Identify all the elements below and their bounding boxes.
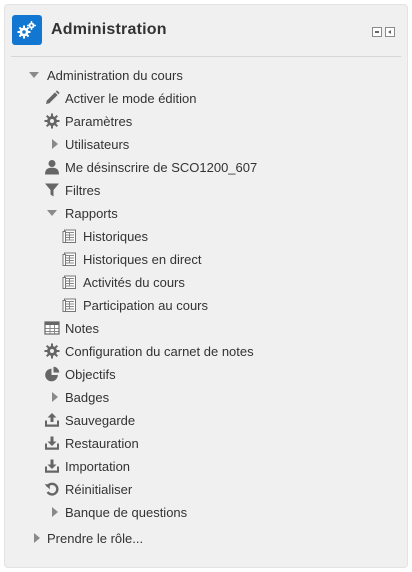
- tree-item-label: Réinitialiser: [65, 481, 133, 497]
- tree-item-course-activity[interactable]: Activités du cours: [61, 271, 185, 293]
- pencil-icon: [43, 89, 61, 107]
- restore-icon: [43, 434, 61, 452]
- hide-block-icon[interactable]: [372, 27, 382, 37]
- gear-icon: [43, 342, 61, 360]
- tree-item-label: Banque de questions: [65, 504, 188, 520]
- tree-item-label: Me désinscrire de SCO1200_607: [65, 159, 258, 175]
- triangle-down-icon: [43, 204, 61, 222]
- tree-item-label: Importation: [65, 458, 131, 474]
- tree-item-logs[interactable]: Historiques: [61, 225, 148, 247]
- block-header: Administration: [5, 5, 407, 57]
- import-icon: [43, 457, 61, 475]
- report-icon: [61, 227, 79, 245]
- gears-icon: [12, 15, 42, 45]
- tree-item-settings[interactable]: Paramètres: [43, 110, 132, 132]
- backup-icon: [43, 411, 61, 429]
- tree-item-reset[interactable]: Réinitialiser: [43, 478, 132, 500]
- tree-item-course-admin[interactable]: Administration du cours: [25, 64, 183, 86]
- tree-item-question-bank[interactable]: Banque de questions: [43, 501, 187, 523]
- tree-item-label: Historiques en direct: [83, 251, 202, 267]
- grades-table-icon: [43, 319, 61, 337]
- tree-item-live-logs[interactable]: Historiques en direct: [61, 248, 202, 270]
- block-title: Administration: [51, 21, 167, 38]
- tree-item-backup[interactable]: Sauvegarde: [43, 409, 135, 431]
- tree-item-label: Rapports: [65, 205, 118, 221]
- tree-item-label: Notes: [65, 320, 99, 336]
- tree-item-users[interactable]: Utilisateurs: [43, 133, 129, 155]
- tree-item-label: Activités du cours: [83, 274, 185, 290]
- report-icon: [61, 273, 79, 291]
- triangle-down-icon: [25, 66, 43, 84]
- tree-item-grades[interactable]: Notes: [43, 317, 99, 339]
- tree-item-gradebook-setup[interactable]: Configuration du carnet de notes: [43, 340, 254, 362]
- gear-icon: [43, 112, 61, 130]
- dock-block-icon[interactable]: [385, 27, 395, 37]
- tree-item-label: Filtres: [65, 182, 101, 198]
- tree-item-label: Paramètres: [65, 113, 133, 129]
- tree-item-label: Utilisateurs: [65, 136, 130, 152]
- tree-item-filters[interactable]: Filtres: [43, 179, 100, 201]
- tree-item-label: Activer le mode édition: [65, 90, 197, 106]
- tree-item-label: Restauration: [65, 435, 139, 451]
- filter-icon: [43, 181, 61, 199]
- report-icon: [61, 250, 79, 268]
- tree-item-reports[interactable]: Rapports: [43, 202, 118, 224]
- tree-item-label: Objectifs: [65, 366, 116, 382]
- tree-item-outcomes[interactable]: Objectifs: [43, 363, 116, 385]
- tree-item-label: Prendre le rôle...: [47, 530, 144, 546]
- tree-item-label: Configuration du carnet de notes: [65, 343, 254, 359]
- report-icon: [61, 296, 79, 314]
- administration-block: Administration Administration du cours A…: [4, 4, 408, 568]
- triangle-right-icon: [43, 388, 61, 406]
- tree-item-label: Administration du cours: [47, 67, 183, 83]
- triangle-right-icon: [25, 529, 43, 547]
- tree-item-label: Sauvegarde: [65, 412, 136, 428]
- tree-item-edit-mode[interactable]: Activer le mode édition: [43, 87, 197, 109]
- triangle-right-icon: [43, 135, 61, 153]
- tree-item-switch-role[interactable]: Prendre le rôle...: [25, 527, 143, 549]
- tree-item-label: Badges: [65, 389, 110, 405]
- tree-item-restore[interactable]: Restauration: [43, 432, 139, 454]
- triangle-right-icon: [43, 503, 61, 521]
- tree-item-badges[interactable]: Badges: [43, 386, 109, 408]
- reset-icon: [43, 480, 61, 498]
- tree-item-unenrol[interactable]: Me désinscrire de SCO1200_607: [43, 156, 257, 178]
- header-divider: [11, 56, 401, 57]
- tree-item-label: Participation au cours: [83, 297, 209, 313]
- tree-item-import[interactable]: Importation: [43, 455, 130, 477]
- tree-item-participation[interactable]: Participation au cours: [61, 294, 208, 316]
- tree-item-label: Historiques: [83, 228, 149, 244]
- user-icon: [43, 158, 61, 176]
- outcomes-icon: [43, 365, 61, 383]
